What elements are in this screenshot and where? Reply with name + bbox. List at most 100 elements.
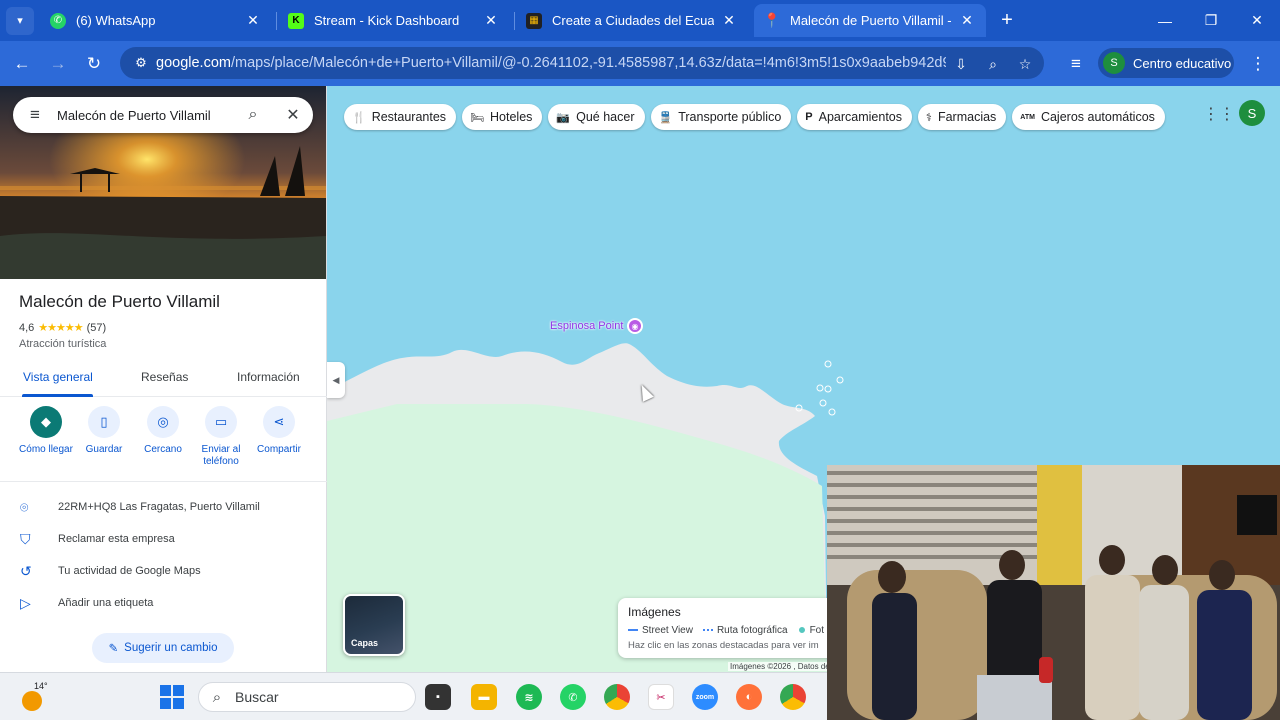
close-icon[interactable]: ✕: [482, 12, 500, 29]
maps-pin-icon: 📍: [763, 12, 781, 28]
info-row-activity[interactable]: ↺ Tu actividad de Google Maps: [0, 555, 327, 587]
collapse-panel-button[interactable]: ◀: [327, 362, 345, 398]
window-close-button[interactable]: ✕: [1234, 0, 1280, 41]
chip-cajeros[interactable]: ATM Cajeros automáticos: [1012, 104, 1165, 130]
whatsapp-icon[interactable]: ✆: [560, 684, 586, 710]
windows-start-icon[interactable]: [160, 685, 184, 709]
temperature: 14°: [32, 681, 50, 691]
claim-text: Reclamar esta empresa: [58, 533, 175, 545]
nearby-icon: ◎: [147, 406, 179, 438]
restore-button[interactable]: ❐: [1188, 0, 1234, 41]
search-box[interactable]: ≡ Malecón de Puerto Villamil ⌕ ✕: [13, 97, 313, 133]
bus-icon: 🚆: [658, 111, 673, 124]
menu-icon[interactable]: ≡: [13, 105, 57, 125]
close-icon[interactable]: ✕: [958, 12, 976, 29]
tab-title: Malecón de Puerto Villamil - Go: [790, 13, 952, 28]
tab-overview[interactable]: Vista general: [23, 370, 93, 384]
file-explorer-icon[interactable]: ▪: [425, 684, 451, 710]
reload-button[interactable]: ↻: [80, 50, 108, 78]
search-icon: ⌕: [212, 688, 222, 706]
chip-label: Aparcamientos: [818, 110, 902, 124]
imagery-legend[interactable]: Imágenes Street View Ruta fotográfica Fo…: [618, 598, 834, 658]
tab-ecuagod[interactable]: ▦ Create a Ciudades del EcuaGOD ✕: [516, 4, 748, 37]
rating-row[interactable]: 4,6 ★★★★★ (57): [19, 321, 107, 335]
tab-title: Stream - Kick Dashboard: [314, 13, 460, 28]
camera-icon[interactable]: ◉: [627, 318, 643, 334]
history-icon: ↺: [20, 562, 32, 579]
chip-aparcamientos[interactable]: P Aparcamientos: [797, 104, 912, 130]
chip-que-hacer[interactable]: 📷 Qué hacer: [548, 104, 645, 130]
more-menu-icon[interactable]: ⋮: [1244, 50, 1272, 78]
chrome-profile-icon[interactable]: [780, 684, 806, 710]
divider: [0, 481, 327, 482]
chip-farmacias[interactable]: ⚕ Farmacias: [918, 104, 1007, 130]
pencil-icon: ✎: [108, 643, 119, 655]
close-icon[interactable]: ✕: [720, 12, 738, 29]
profile-button[interactable]: S Centro educativo: [1098, 48, 1234, 78]
forward-button[interactable]: →: [44, 50, 72, 78]
activity-text: Tu actividad de Google Maps: [58, 565, 201, 577]
layers-label: Capas: [351, 638, 379, 648]
kick-icon: K: [288, 12, 304, 29]
chrome-icon[interactable]: [604, 684, 630, 710]
label-text: Añadir una etiqueta: [58, 597, 154, 609]
zoom-icon[interactable]: zoom: [692, 684, 718, 710]
fork-knife-icon: 🍴: [352, 111, 366, 124]
search-icon[interactable]: ⌕: [233, 106, 273, 124]
address-bar[interactable]: ⚙ google.com/maps/place/Malecón+de+Puert…: [120, 47, 1044, 79]
tab-about[interactable]: Información: [237, 370, 300, 384]
tab-title: Create a Ciudades del EcuaGOD: [552, 13, 714, 28]
place-category[interactable]: Atracción turística: [19, 338, 106, 350]
address-text: 22RM+HQ8 Las Fragatas, Puerto Villamil: [58, 501, 260, 513]
close-icon[interactable]: ✕: [273, 105, 313, 125]
tab-search-button[interactable]: ▾: [6, 6, 34, 35]
review-count[interactable]: (57): [87, 322, 107, 334]
place-title: Malecón de Puerto Villamil: [19, 292, 220, 311]
info-row-label[interactable]: ▷ Añadir una etiqueta: [0, 587, 327, 619]
media-controls-icon[interactable]: ≡: [1062, 50, 1090, 78]
bed-icon: 🛏: [470, 111, 485, 124]
snipping-tool-icon[interactable]: ✂: [648, 684, 674, 710]
weather-widget[interactable]: 14°: [20, 681, 50, 711]
google-apps-icon[interactable]: ⋮⋮: [1203, 104, 1235, 124]
files-folder-icon[interactable]: ▬: [471, 684, 497, 710]
layers-button[interactable]: Capas: [343, 594, 405, 656]
label-icon: ▷: [20, 594, 31, 611]
share-button[interactable]: ⋖ Compartir: [244, 406, 314, 456]
tab-whatsapp[interactable]: ✆ (6) WhatsApp ✕: [40, 4, 272, 37]
taskbar-search[interactable]: ⌕ Buscar: [198, 682, 416, 712]
tab-reviews[interactable]: Reseñas: [141, 370, 188, 384]
webcam-video: [827, 465, 1280, 720]
chip-label: Hoteles: [490, 110, 533, 124]
chip-transporte-publico[interactable]: 🚆 Transporte público: [650, 104, 792, 130]
pharmacy-icon: ⚕: [926, 111, 932, 124]
url-text[interactable]: google.com/maps/place/Malecón+de+Puerto+…: [156, 55, 946, 71]
info-row-claim[interactable]: ⛉ Reclamar esta empresa: [0, 523, 327, 555]
install-app-icon[interactable]: ⇩: [950, 53, 972, 75]
chip-restaurantes[interactable]: 🍴 Restaurantes: [344, 104, 457, 130]
search-input[interactable]: Malecón de Puerto Villamil: [57, 108, 233, 123]
new-tab-button[interactable]: +: [996, 9, 1018, 31]
suggest-edit-button[interactable]: ✎ Sugerir un cambio: [92, 633, 234, 663]
photo-legend: Fot: [797, 625, 824, 636]
chip-label: Cajeros automáticos: [1040, 110, 1155, 124]
chip-label: Transporte público: [678, 110, 782, 124]
chip-hoteles[interactable]: 🛏 Hoteles: [462, 104, 543, 130]
tab-google-maps[interactable]: 📍 Malecón de Puerto Villamil - Go ✕: [754, 4, 986, 37]
firefox-icon[interactable]: ◐: [736, 684, 762, 710]
close-icon[interactable]: ✕: [244, 12, 262, 29]
active-tab-indicator: [22, 394, 93, 397]
bookmark-star-icon[interactable]: ☆: [1014, 53, 1036, 75]
minimize-button[interactable]: —: [1142, 0, 1188, 41]
tab-kick-dashboard[interactable]: K Stream - Kick Dashboard ✕: [278, 4, 510, 37]
info-row-address[interactable]: ⌾ 22RM+HQ8 Las Fragatas, Puerto Villamil: [0, 491, 327, 523]
spotify-icon[interactable]: ≋: [516, 684, 542, 710]
account-avatar[interactable]: S: [1239, 100, 1265, 126]
tab-title: (6) WhatsApp: [76, 13, 156, 28]
webcam-overlay: [827, 465, 1280, 720]
zoom-icon[interactable]: ⌕: [982, 53, 1004, 75]
poi-label[interactable]: Espinosa Point: [550, 320, 623, 332]
location-pin-icon: ⌾: [20, 498, 29, 515]
back-button[interactable]: ←: [8, 50, 36, 78]
site-info-icon[interactable]: ⚙: [126, 55, 156, 71]
